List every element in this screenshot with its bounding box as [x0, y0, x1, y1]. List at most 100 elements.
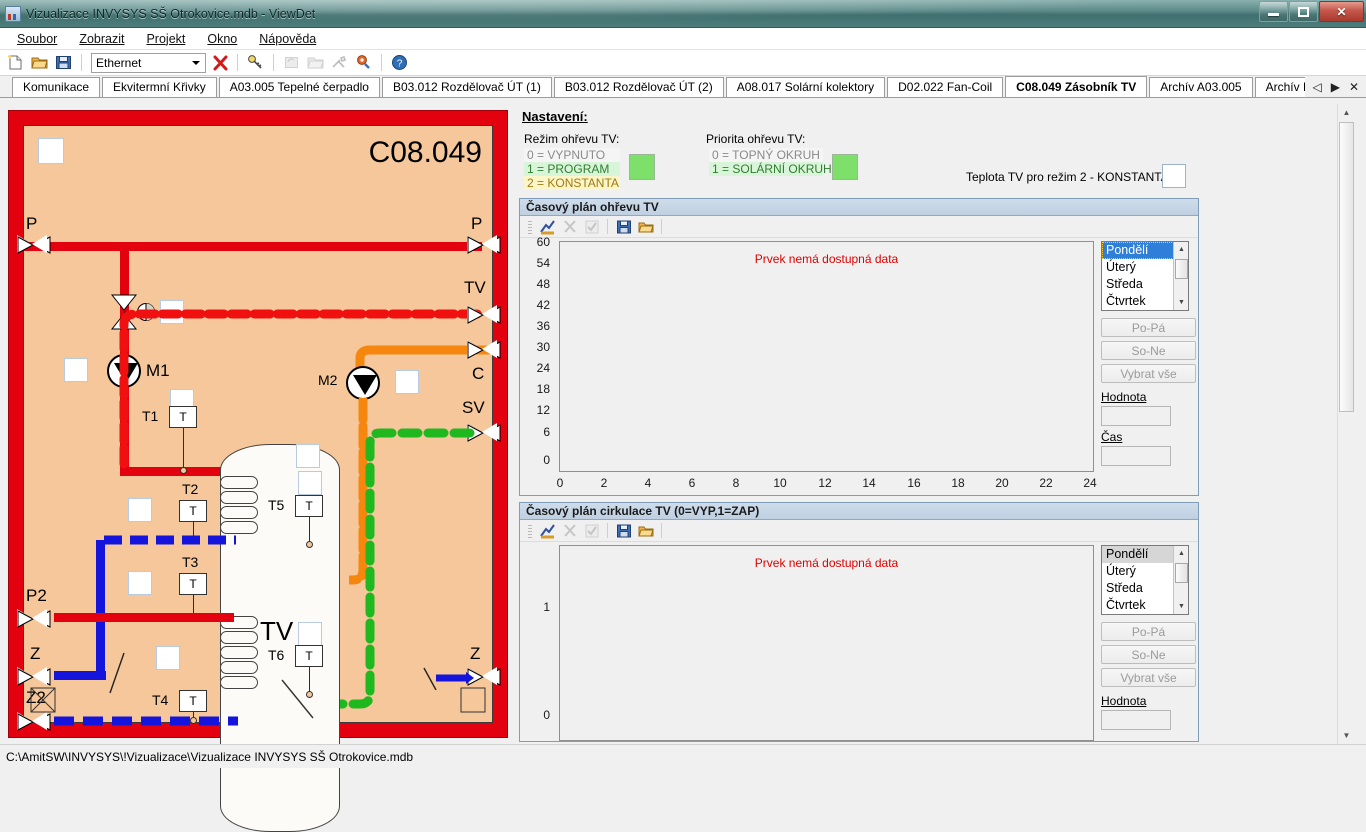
pane-scrollbar[interactable]: ▲ ▼	[1337, 104, 1354, 744]
pump-m2[interactable]	[346, 366, 380, 400]
open-project-icon	[305, 52, 326, 73]
toolbar-separator-2	[237, 54, 238, 71]
scroll-up-icon[interactable]: ▲	[1174, 546, 1188, 561]
scroll-down-icon[interactable]: ▼	[1338, 727, 1355, 744]
tab-komunikace[interactable]: Komunikace	[12, 77, 101, 97]
heating-btn-po-pa[interactable]: Po-Pá	[1101, 318, 1196, 337]
tab-a03-005-tepelne-cerpadlo[interactable]: A03.005 Tepelné čerpadlo	[218, 77, 380, 97]
save-disk-icon[interactable]	[614, 217, 633, 236]
disconnect-x-icon[interactable]	[209, 52, 230, 73]
heating-day-list-scrollbar[interactable]: ▲ ▼	[1173, 242, 1188, 310]
open-folder-icon[interactable]	[29, 52, 50, 73]
tab-b03-012-rozdelovac-ut-1[interactable]: B03.012 Rozdělovač ÚT (1)	[381, 77, 552, 97]
connection-combo-value: Ethernet	[96, 55, 142, 70]
status-indicator-m2[interactable]	[395, 370, 419, 394]
port-label-tv: TV	[464, 278, 486, 297]
scroll-down-icon[interactable]: ▼	[1174, 295, 1188, 310]
circulation-schedule-nodata: Prvek nemá dostupná data	[754, 556, 899, 570]
sensor-t5[interactable]: T	[295, 495, 323, 517]
save-disk-icon[interactable]	[53, 52, 74, 73]
valve-tv-right[interactable]	[467, 305, 501, 324]
tab-b03-012-rozdelovac-ut-2[interactable]: B03.012 Rozdělovač ÚT (2)	[553, 77, 724, 97]
status-indicator-m1[interactable]	[64, 358, 88, 382]
circulation-value-label-text: Hodnota	[1101, 694, 1147, 708]
app-icon	[5, 5, 21, 22]
valve-p-right[interactable]	[467, 235, 501, 254]
port-label-c: C	[472, 364, 485, 383]
circulation-btn-po-pa[interactable]: Po-Pá	[1101, 622, 1196, 641]
circulation-value-input[interactable]	[1101, 710, 1171, 730]
heating-btn-so-ne[interactable]: So-Ne	[1101, 341, 1196, 360]
status-indicator-t6[interactable]	[298, 622, 322, 646]
valve-z-left[interactable]	[17, 667, 51, 686]
heating-value-input[interactable]	[1101, 406, 1171, 426]
sensor-t6[interactable]: T	[295, 645, 323, 667]
new-document-icon[interactable]	[5, 52, 26, 73]
scroll-up-icon[interactable]: ▲	[1338, 104, 1355, 121]
scroll-up-icon[interactable]: ▲	[1174, 242, 1188, 257]
menu-soubor[interactable]: Soubor	[6, 29, 68, 49]
scroll-down-icon[interactable]: ▼	[1174, 599, 1188, 614]
tab-archiv-a03-005[interactable]: Archív A03.005	[1149, 77, 1253, 97]
priority-state-indicator[interactable]	[832, 154, 858, 180]
menu-bar: Soubor Zobrazit Projekt Okno Nápověda	[0, 28, 1366, 50]
tab-c08-049-zasobnik-tv[interactable]: C08.049 Zásobník TV	[1005, 76, 1148, 97]
heating-time-input[interactable]	[1101, 446, 1171, 466]
chevron-down-icon	[192, 60, 200, 65]
circulation-btn-vybrat-vse[interactable]: Vybrat vše	[1101, 668, 1196, 687]
close-button[interactable]: ✕	[1319, 1, 1364, 22]
status-indicator-4[interactable]	[128, 571, 152, 595]
menu-zobrazit[interactable]: Zobrazit	[68, 29, 135, 49]
heating-schedule-plot[interactable]: Prvek nemá dostupná data	[559, 241, 1094, 472]
connection-combo[interactable]: Ethernet	[91, 52, 206, 73]
open-folder-icon[interactable]	[636, 521, 655, 540]
menu-okno[interactable]: Okno	[196, 29, 248, 49]
save-disk-icon[interactable]	[614, 521, 633, 540]
key-icon[interactable]	[245, 52, 266, 73]
circulation-schedule-plot[interactable]: Prvek nemá dostupná data	[559, 545, 1094, 741]
tab-next-icon[interactable]: ▶	[1331, 80, 1340, 94]
status-indicator-3[interactable]	[128, 498, 152, 522]
sensor-t6-label: T6	[268, 647, 285, 663]
priority-option-0: 0 = TOPNÝ OKRUH	[709, 148, 823, 162]
minimize-button[interactable]	[1259, 1, 1288, 22]
constant-temp-field[interactable]	[1162, 164, 1186, 188]
status-indicator-t5b[interactable]	[298, 471, 322, 495]
mode-state-indicator[interactable]	[629, 154, 655, 180]
heating-day-list[interactable]: Pondělí Úterý Středa Čtvrtek ▲ ▼	[1101, 241, 1189, 311]
tab-d02-022-fan-coil[interactable]: D02.022 Fan-Coil	[887, 77, 1004, 97]
status-indicator-5[interactable]	[156, 646, 180, 670]
heating-btn-vybrat-vse[interactable]: Vybrat vše	[1101, 364, 1196, 383]
status-indicator-1[interactable]	[38, 138, 64, 164]
heating-xtick-8: 8	[732, 476, 740, 490]
menu-napoveda[interactable]: Nápověda	[248, 29, 327, 49]
circulation-btn-so-ne[interactable]: So-Ne	[1101, 645, 1196, 664]
edit-chart-icon[interactable]	[538, 217, 557, 236]
valve-c-right[interactable]	[467, 340, 501, 359]
sensor-t3[interactable]: T	[179, 573, 207, 595]
circulation-day-list[interactable]: Pondělí Úterý Středa Čtvrtek ▲ ▼	[1101, 545, 1189, 615]
tab-close-icon[interactable]: ✕	[1349, 80, 1359, 94]
scroll-thumb[interactable]	[1339, 122, 1354, 412]
maximize-button[interactable]	[1289, 1, 1318, 22]
sensor-t4[interactable]: T	[179, 690, 207, 712]
status-indicator-t5a[interactable]	[296, 444, 320, 468]
tab-navigation: ◁ ▶ ✕	[1305, 76, 1366, 97]
valve-p-left[interactable]	[17, 235, 51, 254]
circulation-day-list-scrollbar[interactable]: ▲ ▼	[1173, 546, 1188, 614]
menu-projekt[interactable]: Projekt	[135, 29, 196, 49]
toolbar-grip[interactable]	[528, 523, 532, 538]
tab-a08-017-solarni-kolektory[interactable]: A08.017 Solární kolektory	[725, 77, 886, 97]
scroll-thumb[interactable]	[1175, 259, 1188, 279]
settings-gear-icon[interactable]	[353, 52, 374, 73]
tab-ekvitermni-krivky[interactable]: Ekvitermní Křivky	[102, 77, 217, 97]
edit-chart-icon[interactable]	[538, 521, 557, 540]
tab-prev-icon[interactable]: ◁	[1312, 80, 1321, 94]
sensor-t2[interactable]: T	[179, 500, 207, 522]
scroll-thumb[interactable]	[1175, 563, 1188, 583]
cut-icon	[560, 217, 579, 236]
toolbar-grip[interactable]	[528, 219, 532, 234]
open-folder-icon[interactable]	[636, 217, 655, 236]
valve-p2-left[interactable]	[17, 609, 51, 628]
help-icon[interactable]: ?	[389, 52, 410, 73]
